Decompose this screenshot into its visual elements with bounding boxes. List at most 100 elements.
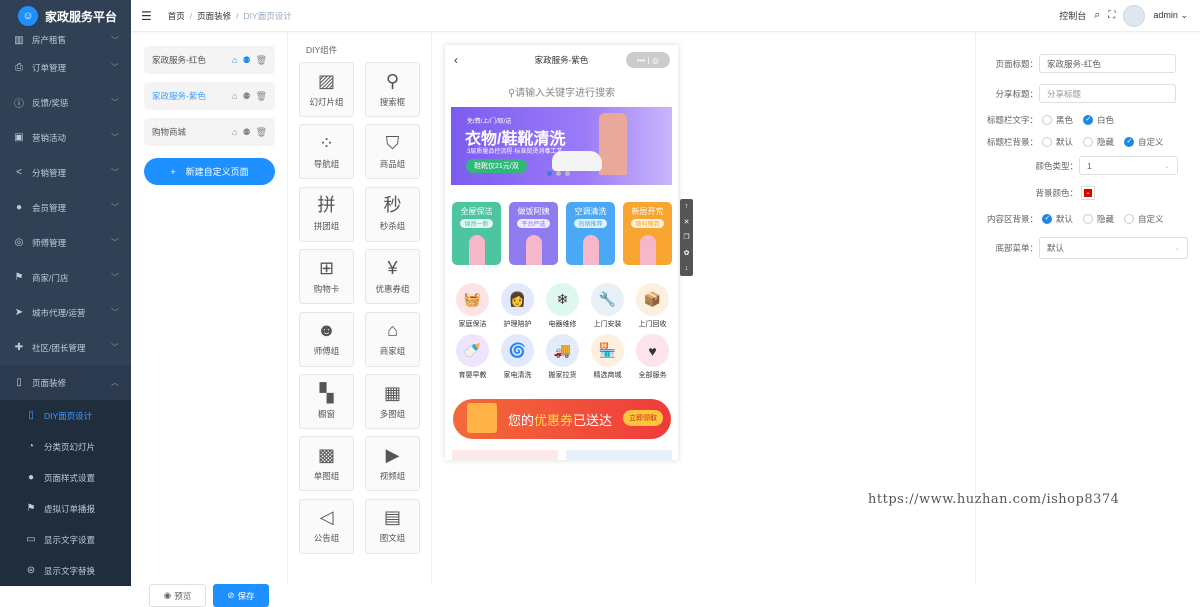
sidebar-item[interactable]: ✚ 社区/团长管理 ﹀ <box>0 330 131 365</box>
component-item[interactable]: ⛉ 商品组 <box>365 124 420 180</box>
component-item[interactable]: 秒秒杀组 <box>365 186 420 242</box>
nav-item[interactable]: 🧺 家庭保洁 <box>450 283 495 329</box>
sidebar-item[interactable]: ▯ 页面装修 ︿ <box>0 365 131 400</box>
radio-white[interactable]: 白色 <box>1083 114 1114 126</box>
hamburger-icon[interactable]: ☰ <box>141 9 152 23</box>
save-button[interactable]: ⊘ 保存 <box>213 584 269 607</box>
component-item[interactable]: 拼拼团组 <box>299 186 354 242</box>
sidebar-item[interactable]: ▣ 营销活动 ﹀ <box>0 120 131 155</box>
trash-icon[interactable]: 🗑︎ <box>256 91 267 102</box>
gear-icon[interactable]: ✿ <box>684 249 690 257</box>
bottom-menu-select[interactable]: 默认 ⌄ <box>1039 237 1188 259</box>
page-title-input[interactable]: 家政服务-红色 <box>1039 54 1176 73</box>
component-item[interactable]: ▨ 幻灯片组 <box>299 62 354 117</box>
coupon-banner[interactable]: 您的 优惠券 已送达 立即领取 <box>453 399 671 439</box>
user-icon[interactable]: ⚉ <box>242 91 250 102</box>
search-icon[interactable]: ⌕ <box>1094 9 1100 22</box>
new-custom-page-button[interactable]: + 新建自定义页面 <box>144 158 275 185</box>
user-menu[interactable]: admin ⌄ <box>1153 10 1188 21</box>
logo: ☺ 家政服务平台 <box>0 0 131 32</box>
share-title-input[interactable]: 分享标题 <box>1039 84 1176 103</box>
bg-color-picker[interactable]: ⌄ <box>1081 186 1095 200</box>
home-icon[interactable]: ⌂ <box>232 91 237 102</box>
bg-color-label: 背景颜色： <box>1035 188 1078 198</box>
sidebar-item[interactable]: ▥ 房产租售 ﹀ <box>0 30 131 50</box>
preview-button[interactable]: ◉ 预览 <box>149 584 206 607</box>
component-item[interactable]: ▤ 图文组 <box>365 498 420 554</box>
move-down-icon[interactable]: ↓ <box>685 265 689 272</box>
component-item[interactable]: ▚ 橱窗 <box>299 374 354 429</box>
radio-content-hidden[interactable]: 隐藏 <box>1083 213 1114 225</box>
radio-content-default[interactable]: 默认 <box>1042 213 1073 225</box>
service-card[interactable]: 做饭阿姨 平台严选 <box>509 202 558 265</box>
nav-item[interactable]: 🍼 育婴早教 <box>450 334 495 380</box>
sidebar-item[interactable]: ◎ 师傅管理 ﹀ <box>0 225 131 260</box>
component-item[interactable]: ⌂ 商家组 <box>365 311 420 367</box>
component-item[interactable]: ▶ 视频组 <box>365 436 420 492</box>
sidebar-item[interactable]: ⎙ 订单管理 ﹀ <box>0 50 131 85</box>
nav-item[interactable]: ❄ 电器维修 <box>540 283 585 329</box>
submenu-item[interactable]: ◔ 分类页幻灯片 <box>0 431 131 462</box>
banner-slider[interactable]: 免/费/上/门/取/送 衣物/鞋靴清洗 3层质量品控流程·标准熨烫消毒工艺 鞋靴… <box>451 107 672 185</box>
component-item[interactable]: ⚲ 搜索框 <box>365 62 420 117</box>
component-item[interactable]: ☻ 师傅组 <box>299 311 354 367</box>
console-link[interactable]: 控制台 <box>1059 9 1086 22</box>
home-icon[interactable]: ⌂ <box>232 127 237 138</box>
breadcrumb-home[interactable]: 首页 <box>168 11 185 21</box>
coupon-icon: ¥ <box>387 257 398 278</box>
page-list-item[interactable]: 家政服务-紫色 ⌂ ⚉ 🗑︎ <box>144 82 275 110</box>
color-type-select[interactable]: 1 ⌄ <box>1079 156 1178 175</box>
service-icon: 🌀 <box>501 334 534 367</box>
card-tag: 随叫随到 <box>631 219 664 228</box>
sidebar-item[interactable]: ● 会员管理 ﹀ <box>0 190 131 225</box>
component-item[interactable]: ▦ 多图组 <box>365 374 420 429</box>
submenu-item[interactable]: ● 页面样式设置 <box>0 462 131 493</box>
home-icon[interactable]: ⌂ <box>232 55 237 66</box>
page-list-item[interactable]: 家政服务-红色 ⌂ ⚉ 🗑︎ <box>144 46 275 74</box>
nav-item[interactable]: 📦 上门回收 <box>630 283 675 329</box>
submenu-item-label: DIY面页设计 <box>44 410 93 421</box>
component-item[interactable]: ⊞ 购物卡 <box>299 249 354 305</box>
service-card[interactable]: 空调清洗 热销推荐 <box>566 202 615 265</box>
nav-item[interactable]: ♥ 全部服务 <box>630 334 675 380</box>
fullscreen-icon[interactable]: ⛶ <box>1108 10 1115 21</box>
nav-item[interactable]: 🔧 上门安装 <box>585 283 630 329</box>
submenu-item[interactable]: ▯ DIY面页设计 <box>0 400 131 431</box>
trash-icon[interactable]: 🗑︎ <box>256 55 267 66</box>
component-label: 橱窗 <box>317 408 335 419</box>
submenu-item[interactable]: ⊜ 显示文字替换 <box>0 555 131 586</box>
sidebar-item[interactable]: ➤ 城市代理/运营 ﹀ <box>0 295 131 330</box>
submenu-item[interactable]: ⚑ 虚拟订单播报 <box>0 493 131 524</box>
component-item[interactable]: ▩ 单图组 <box>299 436 354 492</box>
copy-icon[interactable]: ❐ <box>683 233 689 241</box>
search-component[interactable]: ⚲请输入关键字进行搜索 <box>445 84 678 99</box>
submenu-item[interactable]: ▭ 显示文字设置 <box>0 524 131 555</box>
service-icon: 🧺 <box>456 283 489 316</box>
component-item[interactable]: ◁ 公告组 <box>299 498 354 554</box>
move-up-icon[interactable]: ↑ <box>685 203 689 210</box>
nav-item[interactable]: 👩 护理陪护 <box>495 283 540 329</box>
page-list-item[interactable]: 购物商城 ⌂ ⚉ 🗑︎ <box>144 118 275 146</box>
nav-item[interactable]: 🚚 搬家拉货 <box>540 334 585 380</box>
sidebar-item[interactable]: ⚑ 商家/门店 ﹀ <box>0 260 131 295</box>
service-card[interactable]: 新居开荒 随叫随到 <box>623 202 672 265</box>
component-item[interactable]: ⁘ 导航组 <box>299 124 354 180</box>
radio-bar-custom[interactable]: 自定义 <box>1124 136 1164 148</box>
radio-bar-default[interactable]: 默认 <box>1042 136 1073 148</box>
sidebar-item[interactable]: ⓘ 反馈/奖惩 ﹀ <box>0 85 131 120</box>
close-icon[interactable]: ✕ <box>684 218 690 226</box>
nav-item[interactable]: 🌀 家电清洗 <box>495 334 540 380</box>
user-icon[interactable]: ⚉ <box>242 127 250 138</box>
radio-content-custom[interactable]: 自定义 <box>1124 213 1164 225</box>
radio-black[interactable]: 黑色 <box>1042 114 1073 126</box>
radio-bar-hidden[interactable]: 隐藏 <box>1083 136 1114 148</box>
nav-item[interactable]: 🏪 精选商城 <box>585 334 630 380</box>
avatar[interactable] <box>1123 4 1146 27</box>
component-item[interactable]: ¥ 优惠券组 <box>365 249 420 305</box>
claim-button[interactable]: 立即领取 <box>623 410 663 426</box>
sidebar-item[interactable]: < 分销管理 ﹀ <box>0 155 131 190</box>
service-card[interactable]: 全屋保洁 焕然一新 <box>452 202 501 265</box>
breadcrumb-decoration[interactable]: 页面装修 <box>197 11 231 21</box>
trash-icon[interactable]: 🗑︎ <box>256 127 267 138</box>
user-icon[interactable]: ⚉ <box>242 55 250 66</box>
